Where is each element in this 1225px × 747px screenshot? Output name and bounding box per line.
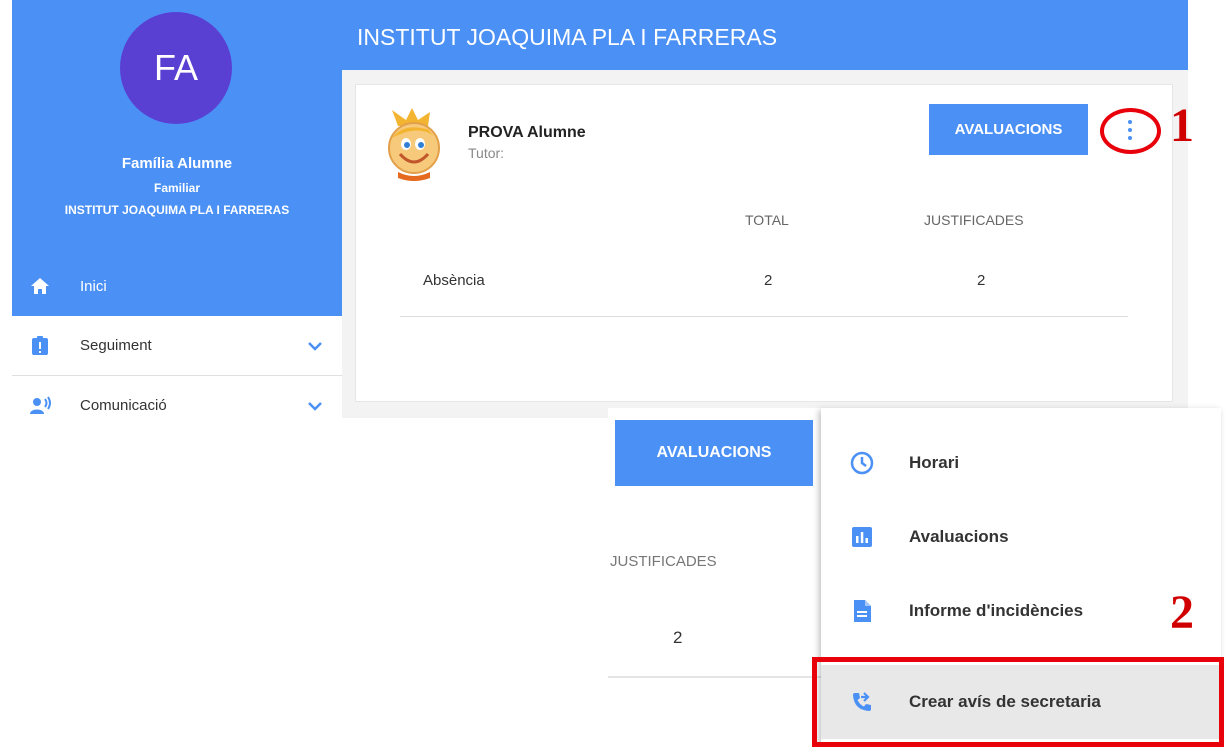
zoom-column-header: JUSTIFICADES <box>610 553 717 570</box>
app-header: INSTITUT JOAQUIMA PLA I FARRERAS <box>342 0 1188 70</box>
student-avatar-icon <box>384 108 448 187</box>
avaluacions-button[interactable]: AVALUACIONS <box>929 104 1088 155</box>
user-name: Família Alumne <box>121 155 233 172</box>
row-total-value: 2 <box>764 272 773 289</box>
bar-chart-icon <box>849 524 875 550</box>
menu-item-label: Horari <box>909 453 960 472</box>
column-header-justificades: JUSTIFICADES <box>924 212 1024 228</box>
people-broadcast-icon <box>28 394 52 418</box>
annotation-marker-2: 2 <box>1170 586 1194 639</box>
student-tutor: Tutor: <box>468 145 505 161</box>
sidebar-item-label: Seguiment <box>80 337 152 354</box>
menu-item-label: Crear avís de secretaria <box>909 692 1101 711</box>
menu-item-label: Avaluacions <box>909 527 1009 546</box>
row-label-absencia: Absència <box>423 272 485 289</box>
home-icon <box>28 274 52 298</box>
menu-item-horari[interactable]: Horari <box>821 426 1221 500</box>
sidebar-item-inici[interactable]: Inici <box>12 256 342 316</box>
user-school: INSTITUT JOAQUIMA PLA I FARRERAS <box>64 203 290 217</box>
zoom-avaluacions-button[interactable]: AVALUACIONS <box>615 420 813 486</box>
clipboard-alert-icon <box>28 334 52 358</box>
clock-icon <box>849 450 875 476</box>
row-justificades-value: 2 <box>977 272 986 289</box>
menu-item-avaluacions[interactable]: Avaluacions <box>821 500 1221 574</box>
avatar[interactable]: FA <box>120 12 232 124</box>
sidebar-item-seguiment[interactable]: Seguiment <box>12 316 342 376</box>
sidebar-profile-header: FA Família Alumne Familiar INSTITUT JOAQ… <box>12 0 342 256</box>
menu-item-label: Informe d'incidències <box>909 601 1084 620</box>
menu-item-informe-incidencies[interactable]: Informe d'incidències <box>821 574 1221 648</box>
table-divider <box>400 316 1128 317</box>
chevron-down-icon <box>308 338 322 355</box>
document-icon <box>849 598 875 624</box>
menu-item-crear-avis-secretaria[interactable]: Crear avís de secretaria <box>821 665 1221 739</box>
user-role: Familiar <box>153 181 201 195</box>
zoom-value: 2 <box>673 628 683 647</box>
more-vert-icon <box>1128 118 1132 142</box>
sidebar: FA Família Alumne Familiar INSTITUT JOAQ… <box>12 0 342 418</box>
student-name: PROVA Alumne <box>468 124 586 141</box>
phone-forward-icon <box>849 689 875 715</box>
annotation-marker-1: 1 <box>1170 99 1194 152</box>
chevron-down-icon <box>308 398 322 415</box>
sidebar-item-label: Comunicació <box>80 397 167 414</box>
sidebar-item-comunicacio[interactable]: Comunicació <box>12 376 342 418</box>
sidebar-item-label: Inici <box>80 277 107 295</box>
column-header-total: TOTAL <box>745 212 789 228</box>
page-title: INSTITUT JOAQUIMA PLA I FARRERAS <box>357 24 778 50</box>
more-options-button[interactable] <box>1100 108 1160 152</box>
zoom-divider <box>608 676 821 678</box>
